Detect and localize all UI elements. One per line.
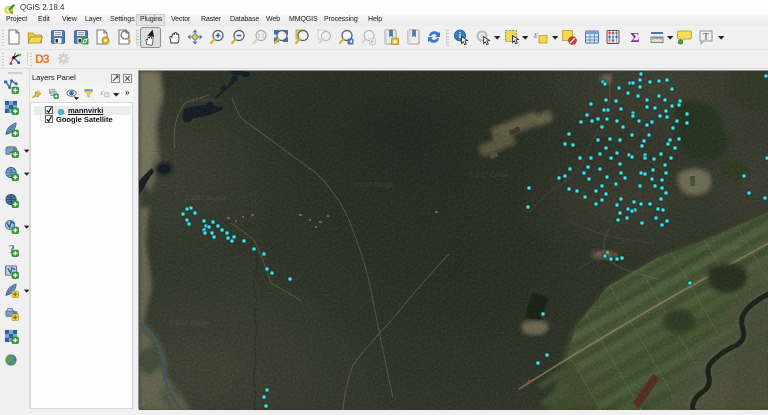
- svg-text:Σ: Σ: [630, 31, 639, 45]
- svg-text:© 2017 Google: © 2017 Google: [353, 182, 394, 189]
- svg-text:© 2017 Google: © 2017 Google: [185, 195, 226, 202]
- svg-text:© 2017 Google: © 2017 Google: [701, 245, 742, 252]
- svg-text:© 2017 Google: © 2017 Google: [469, 172, 510, 179]
- svg-text:© 2017 Google: © 2017 Google: [169, 320, 210, 327]
- svg-text:D3: D3: [35, 52, 49, 66]
- svg-text:ε: ε: [101, 90, 104, 97]
- svg-text:© 2017 Google: © 2017 Google: [179, 97, 220, 104]
- svg-text:1:1: 1:1: [258, 34, 265, 40]
- svg-text:ε: ε: [534, 30, 538, 41]
- svg-text:T: T: [703, 32, 709, 42]
